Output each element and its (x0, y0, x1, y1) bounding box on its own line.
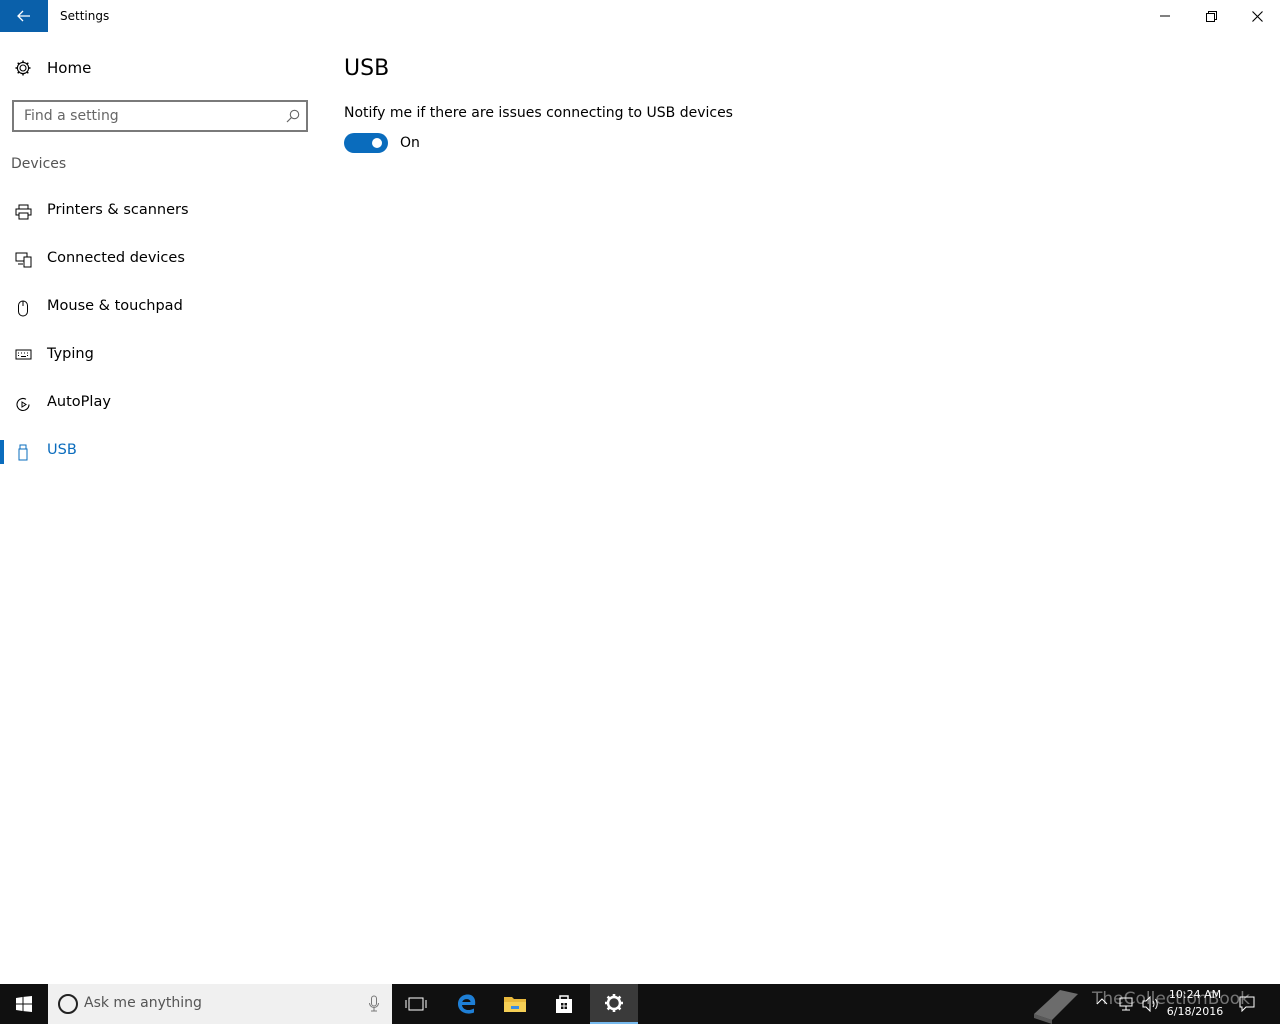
cortana-search-box[interactable]: Ask me anything (48, 984, 392, 1024)
windows-logo-icon (16, 996, 32, 1012)
selection-indicator (0, 440, 4, 464)
search-input[interactable] (14, 102, 276, 130)
sidebar-item-label: Connected devices (47, 250, 185, 266)
sidebar-item-autoplay[interactable]: AutoPlay (0, 384, 320, 424)
sidebar-item-typing[interactable]: Typing (0, 336, 320, 376)
sidebar-item-label: Typing (47, 346, 94, 362)
keyboard-icon (15, 349, 32, 360)
sidebar-item-usb[interactable]: USB (0, 432, 320, 472)
printer-icon (15, 204, 32, 220)
sidebar-item-label: AutoPlay (47, 394, 111, 410)
autoplay-icon (16, 397, 30, 412)
toggle-state-label: On (400, 135, 420, 151)
page-title: USB (344, 56, 390, 81)
volume-icon[interactable] (1142, 996, 1160, 1012)
microphone-icon[interactable] (368, 994, 380, 1014)
minimize-icon (1160, 15, 1170, 17)
store-icon (556, 995, 572, 1013)
sidebar-item-label: Printers & scanners (47, 202, 189, 218)
usb-icon (18, 444, 28, 461)
sidebar-item-printers[interactable]: Printers & scanners (0, 192, 320, 232)
sidebar-item-label: USB (47, 442, 77, 458)
network-icon[interactable] (1118, 996, 1134, 1012)
settings-gear-icon (605, 994, 623, 1012)
clock-time[interactable]: 10:24 AM (1163, 988, 1227, 1001)
settings-window: Settings Home Devices Printers & (0, 0, 1280, 1024)
settings-taskbar-button[interactable] (590, 984, 638, 1024)
usb-notify-label: Notify me if there are issues connecting… (344, 105, 733, 121)
title-bar: Settings (0, 0, 1280, 32)
folder-icon (504, 997, 526, 1012)
window-title: Settings (60, 9, 110, 23)
section-heading: Devices (11, 156, 67, 172)
edge-icon (458, 994, 476, 1014)
sidebar-item-label: Mouse & touchpad (47, 298, 183, 314)
taskbar: Ask me anything TheCollectionBook 10:24 … (0, 984, 1280, 1024)
toggle-knob (372, 138, 382, 148)
clock-date[interactable]: 6/18/2016 (1163, 1005, 1227, 1018)
back-arrow-icon (17, 10, 30, 22)
file-explorer-taskbar-button[interactable] (491, 984, 539, 1024)
restore-button[interactable] (1188, 0, 1234, 32)
action-center-icon[interactable] (1239, 996, 1255, 1012)
home-link[interactable]: Home (0, 52, 320, 84)
store-taskbar-button[interactable] (540, 984, 588, 1024)
close-icon (1251, 10, 1263, 22)
edge-taskbar-button[interactable] (443, 984, 491, 1024)
back-button[interactable] (0, 0, 48, 32)
book-watermark-icon (1034, 990, 1078, 1024)
chevron-up-icon[interactable] (1096, 996, 1108, 1008)
close-button[interactable] (1234, 0, 1280, 32)
sidebar: Home Devices Printers & scanners Connect… (0, 32, 320, 984)
cortana-icon (58, 994, 78, 1014)
task-view-button[interactable] (392, 984, 440, 1024)
sidebar-item-mouse[interactable]: Mouse & touchpad (0, 288, 320, 328)
mouse-icon (18, 300, 28, 317)
home-label: Home (47, 59, 92, 77)
search-icon[interactable] (286, 109, 300, 123)
usb-notify-toggle[interactable] (344, 133, 388, 153)
task-view-icon (405, 997, 427, 1011)
start-button[interactable] (0, 984, 48, 1024)
connected-devices-icon (15, 252, 32, 268)
minimize-button[interactable] (1142, 0, 1188, 32)
gear-icon (15, 60, 31, 76)
sidebar-item-connected-devices[interactable]: Connected devices (0, 240, 320, 280)
cortana-placeholder: Ask me anything (84, 995, 202, 1011)
restore-icon (1205, 10, 1217, 22)
search-box (12, 100, 308, 132)
